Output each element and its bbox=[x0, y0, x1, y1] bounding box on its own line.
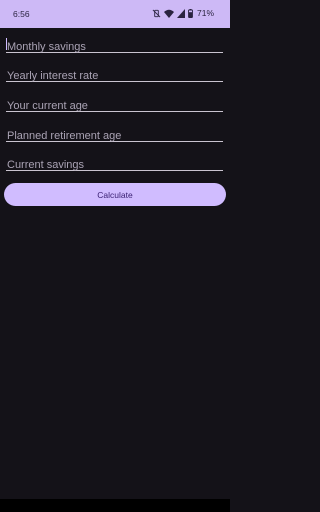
monthly-savings-input[interactable] bbox=[6, 40, 223, 56]
navigation-bar bbox=[0, 499, 230, 512]
status-time: 6:56 bbox=[13, 9, 30, 19]
status-bar: 6:56 71% bbox=[0, 0, 230, 28]
current-savings-field[interactable] bbox=[6, 155, 223, 174]
calculate-button[interactable]: Calculate bbox=[4, 183, 226, 206]
signal-icon bbox=[176, 8, 185, 18]
current-age-field[interactable] bbox=[6, 96, 223, 115]
monthly-savings-field[interactable] bbox=[6, 37, 223, 56]
battery-icon bbox=[188, 8, 193, 18]
current-savings-input[interactable] bbox=[6, 158, 223, 174]
retirement-age-input[interactable] bbox=[6, 129, 223, 145]
text-cursor bbox=[6, 38, 7, 50]
interest-rate-field[interactable] bbox=[6, 66, 223, 85]
status-icons: 71% bbox=[152, 8, 214, 18]
current-age-input[interactable] bbox=[6, 99, 223, 115]
retirement-age-field[interactable] bbox=[6, 126, 223, 145]
wifi-icon bbox=[163, 9, 174, 18]
interest-rate-input[interactable] bbox=[6, 69, 223, 85]
vibrate-off-icon bbox=[152, 9, 161, 18]
battery-percent: 71% bbox=[196, 8, 214, 18]
